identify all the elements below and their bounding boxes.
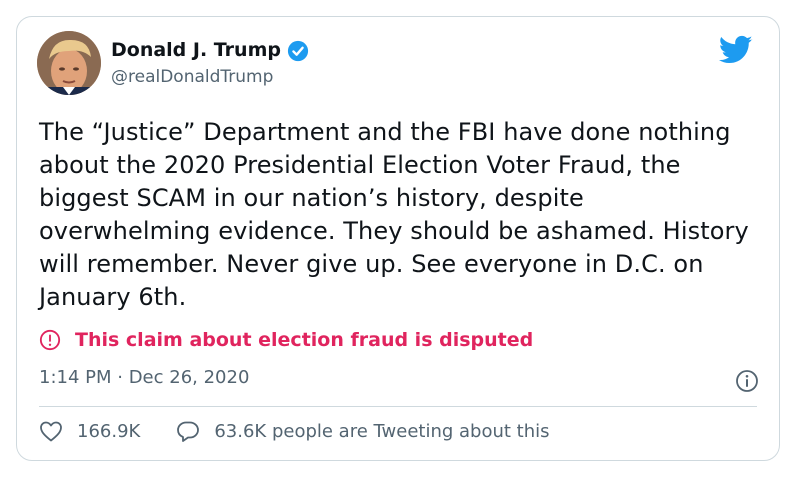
info-icon[interactable] <box>735 369 759 393</box>
tweet-stats: 166.9K 63.6K people are Tweeting about t… <box>39 420 550 442</box>
twitter-bird-icon[interactable] <box>719 35 753 65</box>
verified-badge-icon <box>287 40 309 62</box>
author-name[interactable]: Donald J. Trump <box>111 39 281 61</box>
avatar-photo <box>37 31 101 95</box>
alert-circle-icon <box>39 329 61 351</box>
like-stat[interactable]: 166.9K <box>39 420 140 442</box>
tweet-text: The “Justice” Department and the FBI hav… <box>39 118 749 311</box>
divider <box>39 406 757 407</box>
like-count: 166.9K <box>77 420 141 442</box>
disputed-notice[interactable]: This claim about election fraud is dispu… <box>39 329 533 351</box>
tweet-card: Donald J. Trump @realDonaldTrump The “Ju… <box>16 16 780 461</box>
tweet-timestamp[interactable]: 1:14 PM · Dec 26, 2020 <box>39 367 249 388</box>
notice-label: This claim about election fraud is dispu… <box>75 329 534 351</box>
speech-bubble-icon[interactable] <box>176 420 200 442</box>
reply-text: 63.6K people are Tweeting about this <box>214 420 550 442</box>
avatar[interactable] <box>37 31 101 95</box>
heart-icon[interactable] <box>39 420 63 442</box>
reply-stat[interactable]: 63.6K people are Tweeting about this <box>176 420 550 442</box>
author-handle[interactable]: @realDonaldTrump <box>111 67 273 87</box>
